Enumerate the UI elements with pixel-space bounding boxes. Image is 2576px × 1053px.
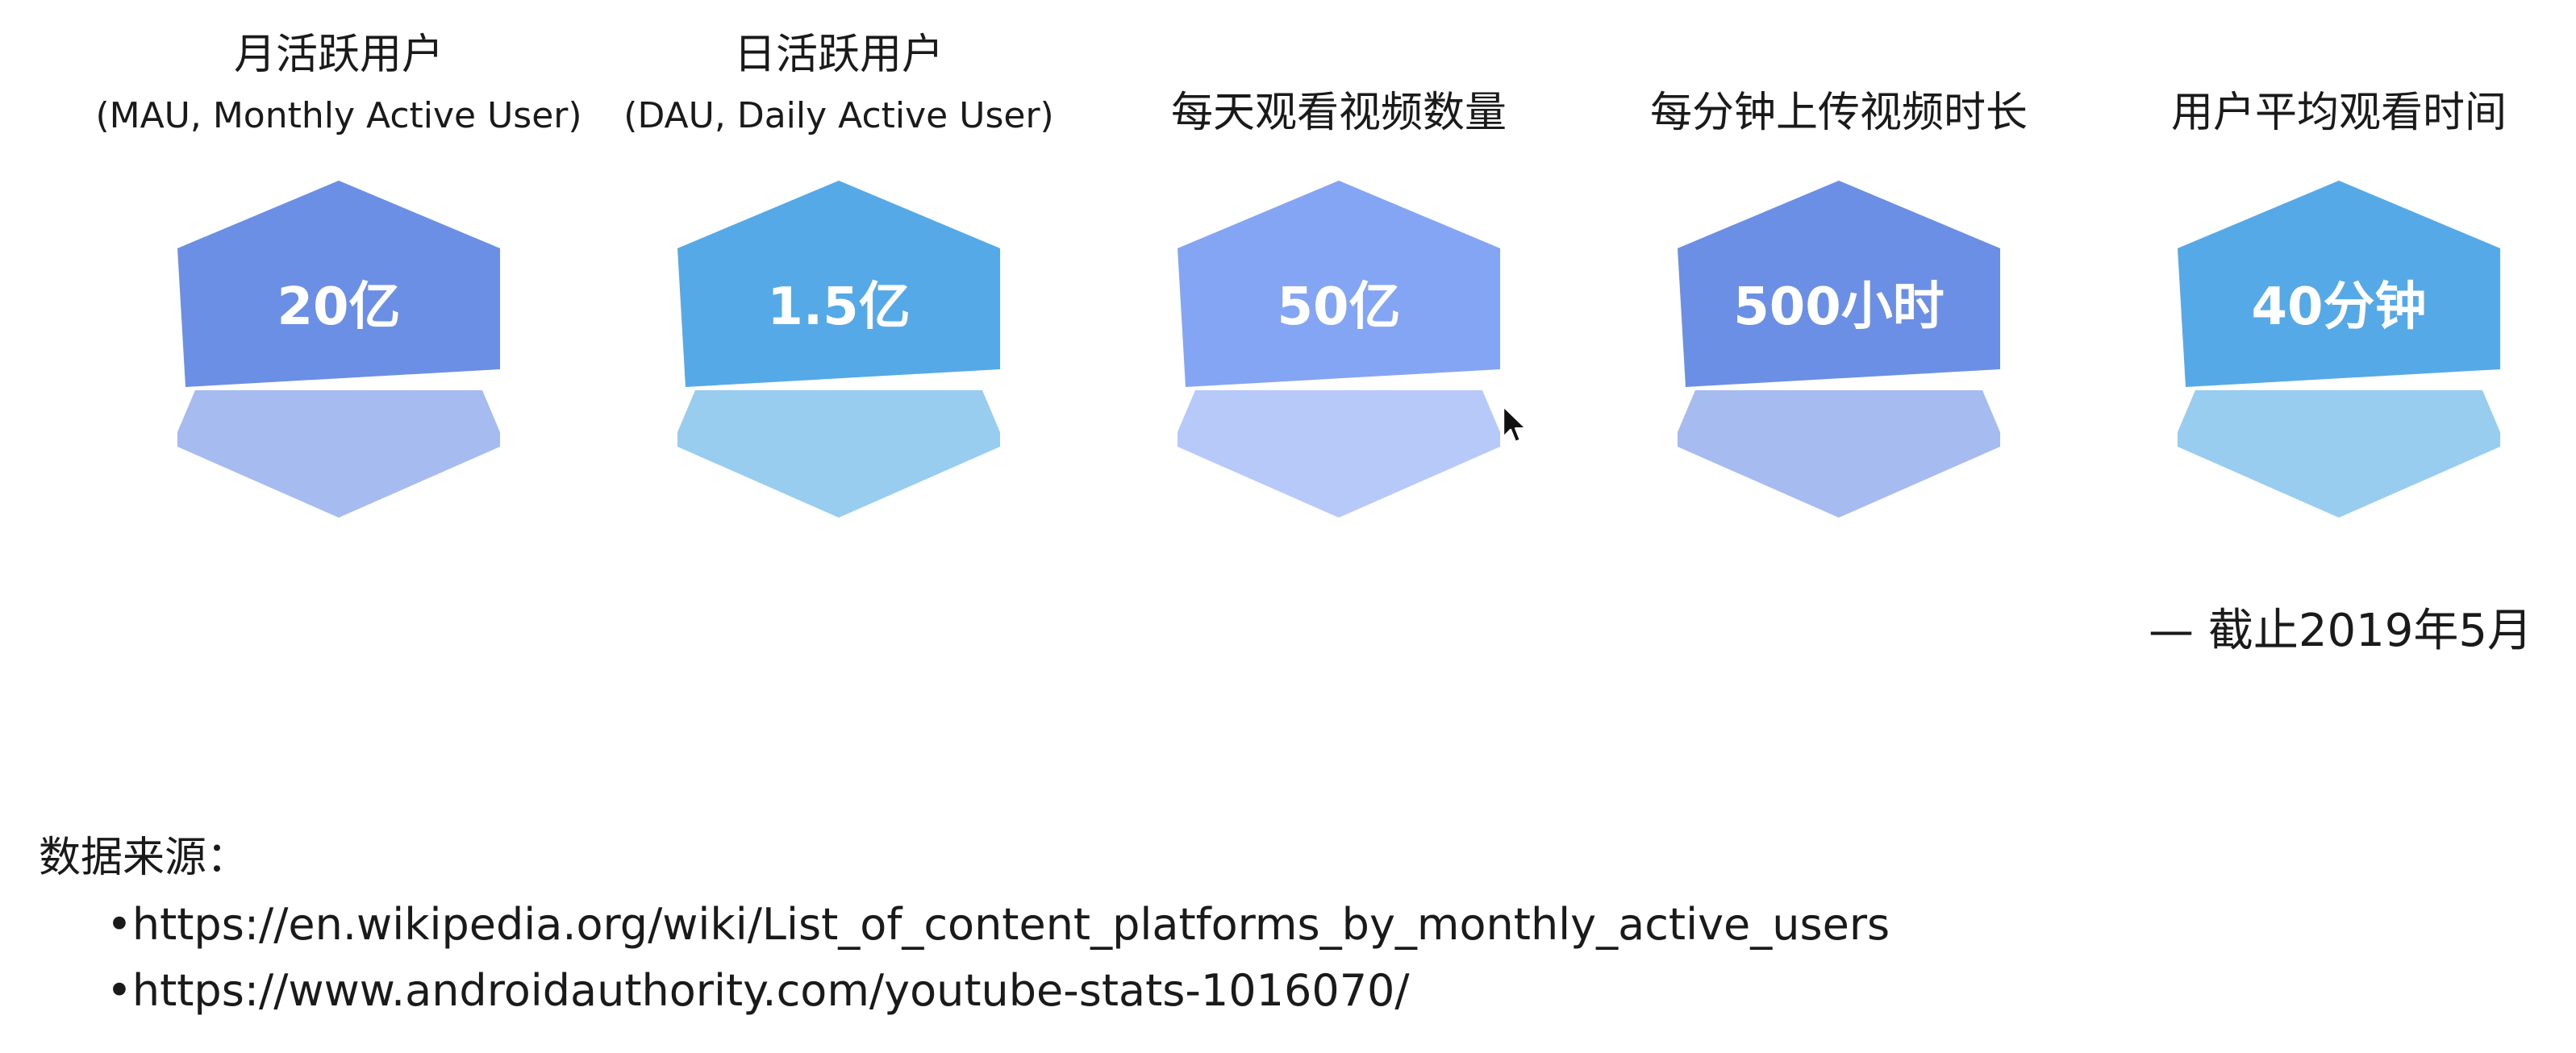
stat-label: 用户平均观看时间 (2170, 89, 2507, 137)
stat-value: 1.5亿 (767, 277, 911, 337)
stat-label: 日活跃用户 (733, 31, 944, 79)
hexagon-graphic (677, 181, 1000, 518)
hexagon-bottom (677, 390, 1000, 518)
stat-value: 20亿 (277, 277, 401, 337)
date-note: — 截止2019年5月 (2149, 605, 2532, 657)
sources-title: 数据来源： (39, 834, 249, 882)
stat-label: 月活跃用户 (233, 31, 444, 79)
stat-label: 每天观看视频数量 (1170, 89, 1507, 137)
stat-label: 每分钟上传视频时长 (1649, 89, 2028, 137)
stat-daily-views: 每天观看视频数量 50亿 (1089, 0, 1589, 532)
stat-value: 500小时 (1733, 277, 1945, 337)
hexagon-graphic (1178, 181, 1500, 518)
stat-average-watch-time: 用户平均观看时间 40分钟 (2089, 0, 2576, 532)
hexagon-bottom (2178, 390, 2500, 518)
hexagon-bottom (1178, 390, 1500, 518)
stat-sublabel: (DAU, Daily Active User) (623, 95, 1054, 136)
stat-value: 50亿 (1277, 277, 1401, 337)
stat-upload-per-minute: 每分钟上传视频时长 500小时 (1589, 0, 2089, 532)
source-link-androidauthority[interactable]: •https://www.androidauthority.com/youtub… (106, 964, 1410, 1018)
mouse-cursor-icon (1502, 405, 1528, 443)
hexagon-graphic (177, 181, 500, 518)
stat-mau: 月活跃用户 (MAU, Monthly Active User) 20亿 (89, 0, 589, 532)
stat-value: 40分钟 (2251, 277, 2427, 337)
hexagon-bottom (1678, 390, 2000, 518)
hexagon-graphic (2178, 181, 2500, 518)
stat-dau: 日活跃用户 (DAU, Daily Active User) 1.5亿 (589, 0, 1089, 532)
hexagon-bottom (177, 390, 500, 518)
source-link-wikipedia[interactable]: •https://en.wikipedia.org/wiki/List_of_c… (106, 898, 1890, 951)
stat-sublabel: (MAU, Monthly Active User) (95, 95, 582, 136)
hexagon-graphic (1678, 181, 2000, 518)
